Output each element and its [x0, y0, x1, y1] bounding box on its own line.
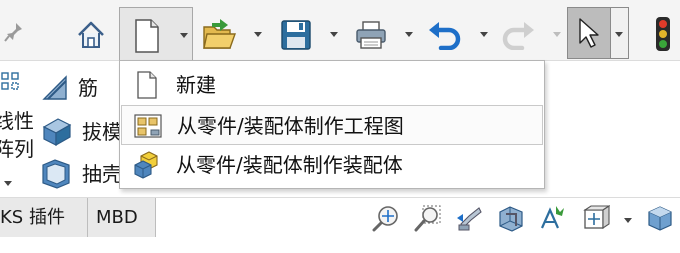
new-button[interactable] — [119, 7, 193, 61]
tab-mbd-label: MBD — [96, 207, 138, 228]
redo-icon — [502, 22, 534, 50]
shell-label: 抽壳 — [82, 162, 122, 186]
select-pointer-icon — [579, 18, 599, 48]
select-dropdown-button[interactable] — [611, 7, 629, 59]
open-folder-icon — [203, 19, 236, 49]
new-dropdown-menu: 新建 从零件/装配体制作工程图 从零件/装配体制作装配体 — [119, 60, 545, 189]
redo-button[interactable] — [500, 16, 538, 54]
previous-view-icon[interactable] — [455, 204, 483, 232]
save-button[interactable] — [277, 16, 315, 54]
open-button[interactable] — [200, 14, 240, 54]
linear-pattern-dropdown-arrow[interactable] — [4, 181, 12, 186]
tab-ks-plugins-label: KS 插件 — [0, 207, 65, 228]
linear-pattern-label-2: 阵列 — [0, 137, 34, 161]
save-dropdown-arrow[interactable] — [330, 32, 338, 37]
drawing-icon — [134, 114, 162, 138]
home-icon — [78, 21, 104, 48]
dynamic-annotation-icon[interactable] — [538, 204, 566, 232]
linear-pattern-icon — [1, 72, 19, 90]
view-orientation-dropdown-arrow[interactable] — [624, 218, 632, 223]
shell-icon — [42, 159, 70, 189]
draft-label: 拔模 — [82, 120, 122, 144]
zoom-to-area-icon[interactable] — [414, 204, 442, 232]
rebuild-button[interactable] — [652, 14, 674, 54]
print-icon — [356, 21, 386, 49]
shell-button[interactable]: 抽壳 — [40, 157, 122, 191]
new-document-icon — [135, 19, 159, 53]
view-orientation-icon[interactable] — [582, 204, 610, 232]
section-view-icon[interactable] — [497, 204, 525, 232]
redo-dropdown-arrow[interactable] — [553, 32, 561, 37]
undo-icon — [429, 22, 461, 50]
select-button[interactable] — [567, 7, 611, 59]
traffic-light-icon — [656, 17, 670, 51]
pin-icon[interactable] — [2, 18, 26, 46]
select-dropdown-arrow — [615, 32, 623, 37]
undo-dropdown-arrow[interactable] — [480, 32, 488, 37]
linear-pattern-label-1: 线性 — [0, 109, 34, 133]
menu-item-make-drawing-label: 从零件/装配体制作工程图 — [177, 114, 404, 138]
tab-ks-plugins[interactable]: KS 插件 — [0, 198, 88, 238]
draft-icon — [42, 118, 72, 147]
undo-button[interactable] — [425, 16, 463, 54]
menu-item-make-assembly-label: 从零件/装配体制作装配体 — [176, 153, 403, 177]
print-dropdown-arrow[interactable] — [405, 32, 413, 37]
new-dropdown-arrow[interactable] — [180, 33, 188, 38]
save-icon — [281, 20, 311, 50]
print-button[interactable] — [352, 16, 390, 54]
assembly-icon — [134, 151, 158, 179]
command-manager-tabs: KS 插件 MBD — [0, 197, 680, 238]
rib-icon — [42, 75, 67, 100]
tab-mbd[interactable]: MBD — [88, 198, 156, 238]
display-style-icon[interactable] — [646, 204, 674, 232]
menu-item-make-drawing[interactable]: 从零件/装配体制作工程图 — [121, 105, 543, 145]
solidworks-window: 线性 阵列 筋 拔模 抽壳 新建 从零件/装配体制作工程图 从零件/装配体制作装… — [0, 0, 680, 253]
draft-button[interactable]: 拔模 — [40, 115, 122, 149]
home-button[interactable] — [72, 16, 110, 54]
blank-document-icon — [137, 71, 157, 99]
standard-toolbar — [0, 0, 680, 61]
rib-button[interactable]: 筋 — [40, 73, 120, 107]
rib-label: 筋 — [78, 76, 98, 100]
zoom-to-fit-icon[interactable] — [372, 204, 400, 232]
menu-item-new-label: 新建 — [176, 73, 216, 97]
bottom-margin — [0, 237, 680, 253]
menu-item-make-assembly[interactable]: 从零件/装配体制作装配体 — [121, 145, 543, 185]
menu-item-new[interactable]: 新建 — [121, 65, 543, 105]
open-dropdown-arrow[interactable] — [254, 32, 262, 37]
